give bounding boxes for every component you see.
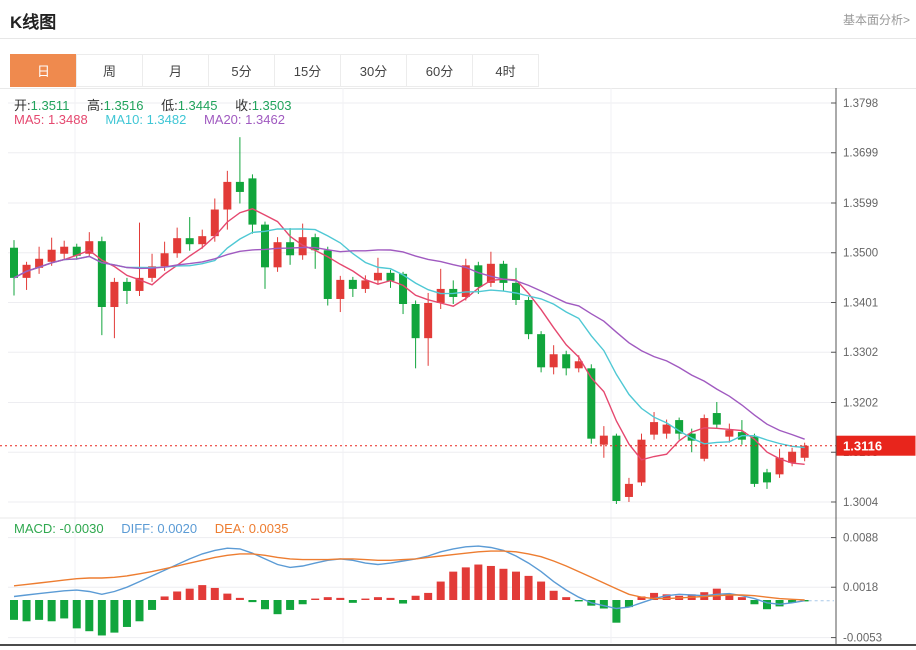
page-title: K线图 <box>10 8 56 33</box>
ma5-label: MA5: <box>14 112 44 127</box>
dea-line <box>14 551 805 600</box>
current-price-tag: 1.3116 <box>837 436 916 456</box>
high-value: 1.3516 <box>104 98 144 113</box>
svg-text:1.3302: 1.3302 <box>843 347 878 359</box>
high-label: 高: <box>87 98 104 113</box>
candles-layer <box>10 137 809 504</box>
diff-label: DIFF: <box>121 521 154 536</box>
macd-lines-layer <box>14 546 805 608</box>
tab-5min[interactable]: 5分 <box>208 54 275 87</box>
svg-text:-0.0053: -0.0053 <box>843 633 882 645</box>
macd-info-bar: MACD: -0.0030 DIFF: 0.0020 DEA: 0.0035 <box>14 521 302 536</box>
ma10-label: MA10: <box>105 112 143 127</box>
low-label: 低: <box>161 98 178 113</box>
kline-chart-svg[interactable]: 1.3798 1.3699 1.3599 1.3500 1.3401 1.3302 1.32… <box>0 88 916 650</box>
macd-label: MACD: <box>14 521 56 536</box>
diff-line <box>14 546 805 608</box>
tab-4hour[interactable]: 4时 <box>472 54 539 87</box>
ma10-value: 1.3482 <box>147 112 187 127</box>
ma5-line <box>14 209 805 464</box>
svg-text:1.3599: 1.3599 <box>843 198 878 210</box>
tab-day[interactable]: 日 <box>10 54 77 87</box>
interval-tabstrip: 日 周 月 5分 15分 30分 60分 4时 <box>0 54 916 89</box>
svg-text:1.3004: 1.3004 <box>843 497 879 509</box>
svg-text:0.0088: 0.0088 <box>843 533 878 545</box>
svg-text:0.0018: 0.0018 <box>843 582 878 594</box>
ma-info-bar: MA5: 1.3488 MA10: 1.3482 MA20: 1.3462 <box>14 112 299 127</box>
tab-15min[interactable]: 15分 <box>274 54 341 87</box>
dea-label: DEA: <box>215 521 245 536</box>
grid-layer <box>0 88 916 643</box>
axis-layer: 1.3798 1.3699 1.3599 1.3500 1.3401 1.3302 1.32… <box>831 88 882 645</box>
ma20-line <box>14 248 805 440</box>
open-value: 1.3511 <box>31 98 70 113</box>
close-label: 收: <box>235 98 252 113</box>
close-value: 1.3503 <box>252 98 292 113</box>
svg-text:1.3798: 1.3798 <box>843 98 878 110</box>
ma10-line <box>14 229 805 448</box>
dea-value: 0.0035 <box>249 521 289 536</box>
ma-lines-layer <box>14 209 805 464</box>
tab-60min[interactable]: 60分 <box>406 54 473 87</box>
ma5-value: 1.3488 <box>48 112 88 127</box>
interval-tabs: 日 周 月 5分 15分 30分 60分 4时 <box>10 54 539 88</box>
svg-text:1.3116: 1.3116 <box>843 439 882 454</box>
ma20-label: MA20: <box>204 112 242 127</box>
svg-text:1.3401: 1.3401 <box>843 297 878 309</box>
tab-month[interactable]: 月 <box>142 54 209 87</box>
header-divider <box>0 38 916 39</box>
tab-week[interactable]: 周 <box>76 54 143 87</box>
fundamental-analysis-link[interactable]: 基本面分析> <box>843 11 910 28</box>
svg-text:1.3500: 1.3500 <box>843 248 878 260</box>
kline-page: K线图 基本面分析> 日 周 月 5分 15分 30分 60分 4时 1.379… <box>0 0 916 650</box>
tab-30min[interactable]: 30分 <box>340 54 407 87</box>
macd-value: -0.0030 <box>60 521 104 536</box>
svg-text:1.3699: 1.3699 <box>843 148 878 160</box>
diff-value: 0.0020 <box>157 521 197 536</box>
low-value: 1.3445 <box>178 98 218 113</box>
ma20-value: 1.3462 <box>245 112 285 127</box>
svg-text:1.3202: 1.3202 <box>843 397 878 409</box>
open-label: 开: <box>14 98 31 113</box>
